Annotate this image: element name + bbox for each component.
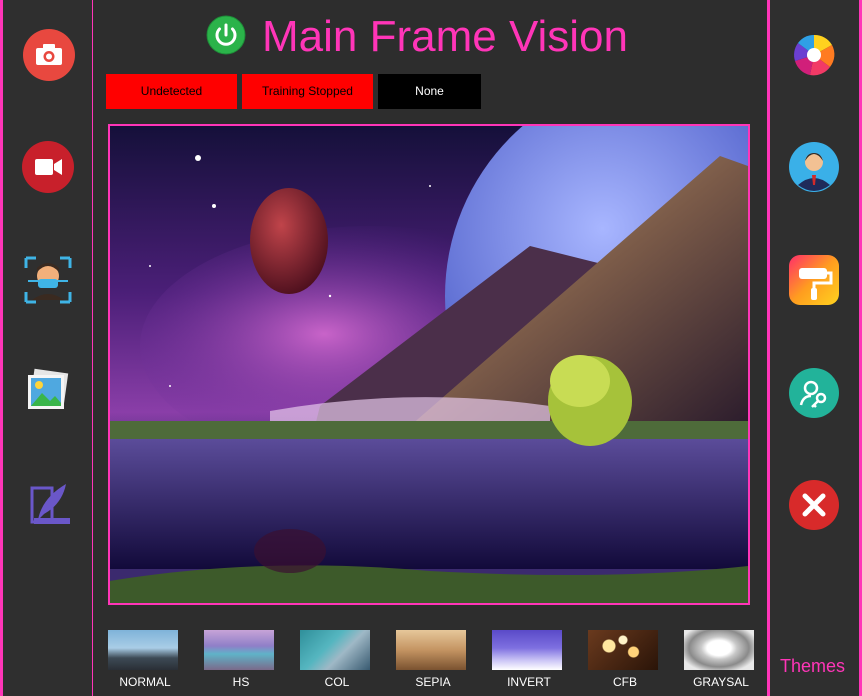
feather-document-icon [30, 484, 70, 524]
power-icon [206, 15, 246, 55]
filter-grayscale-thumbnail [684, 630, 754, 670]
power-button[interactable] [206, 15, 246, 55]
filter-normal-thumbnail [108, 630, 178, 670]
app-title: Main Frame Vision [262, 12, 628, 61]
filter-hs[interactable]: HS [201, 628, 275, 696]
landscape-image [110, 126, 748, 603]
camera-icon [23, 29, 75, 81]
filter-cfb[interactable]: CFB [585, 628, 659, 696]
right-sidebar [770, 0, 859, 696]
filter-hs-thumbnail [204, 630, 274, 670]
close-button[interactable] [786, 477, 842, 533]
left-sidebar [3, 0, 92, 696]
detection-status: Undetected [106, 74, 237, 109]
user-key-icon [789, 368, 839, 418]
video-camera-icon [22, 141, 74, 193]
paint-button[interactable] [786, 252, 842, 308]
user-profile-icon [789, 142, 839, 192]
filter-grayscale[interactable]: GRAYSAL [681, 628, 755, 696]
filter-col-thumbnail [300, 630, 370, 670]
filter-hs-label: HS [232, 675, 250, 689]
filter-strip: NORMAL HS COL SEPIA INVERT CFB GRAYSAL [100, 628, 765, 696]
filter-invert[interactable]: INVERT [489, 628, 563, 696]
user-access-button[interactable] [786, 365, 842, 421]
filter-sepia-label: SEPIA [415, 675, 451, 689]
notes-button[interactable] [20, 476, 76, 532]
face-detect-button[interactable] [20, 252, 76, 308]
filter-col[interactable]: COL [297, 628, 371, 696]
camera-button[interactable] [21, 27, 77, 83]
filter-col-label: COL [324, 675, 350, 689]
filter-cfb-thumbnail [588, 630, 658, 670]
color-effects-button[interactable] [786, 27, 842, 83]
paint-roller-icon [789, 255, 839, 305]
filter-cfb-label: CFB [613, 675, 637, 689]
video-button[interactable] [20, 139, 76, 195]
filter-sepia-thumbnail [396, 630, 466, 670]
selection-status: None [378, 74, 481, 109]
gallery-icon [28, 368, 69, 409]
filter-normal-label: NORMAL [119, 675, 171, 689]
themes-link[interactable]: Themes [780, 656, 845, 677]
filter-normal[interactable]: NORMAL [105, 628, 179, 696]
color-wheel-icon [794, 34, 835, 76]
profile-button[interactable] [786, 139, 842, 195]
camera-viewport [108, 124, 750, 605]
training-status: Training Stopped [242, 74, 373, 109]
filter-invert-thumbnail [492, 630, 562, 670]
close-icon [789, 480, 839, 530]
filter-grayscale-label: GRAYSAL [693, 675, 749, 689]
filter-invert-label: INVERT [507, 675, 551, 689]
filter-sepia[interactable]: SEPIA [393, 628, 467, 696]
gallery-button[interactable] [20, 363, 76, 419]
face-scan-icon [24, 256, 72, 304]
